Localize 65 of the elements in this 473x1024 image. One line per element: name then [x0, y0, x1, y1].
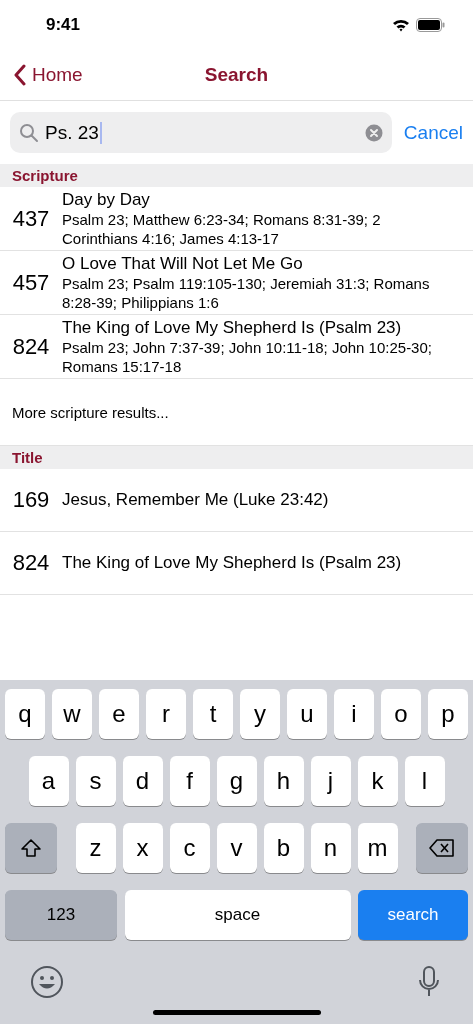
key[interactable]: u — [287, 689, 327, 739]
microphone-icon[interactable] — [417, 965, 441, 999]
key[interactable]: q — [5, 689, 45, 739]
chevron-left-icon — [14, 64, 26, 86]
delete-key[interactable] — [416, 823, 468, 873]
space-key[interactable]: space — [124, 890, 351, 940]
key[interactable]: t — [193, 689, 233, 739]
key[interactable]: g — [216, 756, 257, 806]
emoji-icon[interactable] — [30, 965, 64, 999]
key[interactable]: b — [263, 823, 304, 873]
scripture-references: Psalm 23; John 7:37-39; John 10:11-18; John 10:25-30; Romans 15:17-18 — [62, 337, 433, 376]
key[interactable]: i — [334, 689, 374, 739]
key[interactable]: a — [28, 756, 69, 806]
key[interactable]: l — [404, 756, 445, 806]
hymn-title: Day by Day — [62, 189, 151, 210]
key[interactable]: s — [75, 756, 116, 806]
key[interactable]: p — [428, 689, 468, 739]
search-field[interactable]: Ps. 23 — [10, 112, 392, 153]
key[interactable]: x — [122, 823, 163, 873]
result-row[interactable]: 169 Jesus, Remember Me (Luke 23:42) — [0, 469, 473, 532]
result-row[interactable]: 824 The King of Love My Shepherd Is (Psalm 23) — [0, 532, 473, 595]
key[interactable]: v — [216, 823, 257, 873]
section-header: Title — [0, 446, 473, 469]
key[interactable]: w — [52, 689, 92, 739]
search-key[interactable]: search — [358, 890, 468, 940]
key[interactable]: k — [357, 756, 398, 806]
key[interactable]: y — [240, 689, 280, 739]
result-row[interactable]: 437 Day by Day Psalm 23; Matthew 6:23-34; Romans 8:31-39; 2 Corinthians 4:16; James 4:13-17 — [0, 187, 473, 251]
nav-title: Search — [204, 64, 269, 86]
key[interactable]: n — [310, 823, 351, 873]
shift-icon — [20, 838, 42, 858]
battery-icon — [416, 18, 445, 32]
key[interactable]: r — [146, 689, 186, 739]
key[interactable]: f — [169, 756, 210, 806]
hymn-number: 457 — [11, 269, 51, 296]
hymn-number: 824 — [11, 333, 51, 360]
shift-key[interactable] — [5, 823, 57, 873]
delete-icon — [429, 838, 455, 858]
status-time: 9:41 — [46, 15, 81, 35]
scripture-references: Psalm 23; Matthew 6:23-34; Romans 8:31-39; 2 Corinthians 4:16; James 4:13-17 — [62, 209, 382, 248]
hymn-title: O Love That Will Not Let Me Go — [62, 253, 304, 274]
scripture-references: Psalm 23; Psalm 119:105-130; Jeremiah 31:3; Romans 8:28-39; Philippians 1:6 — [62, 273, 431, 312]
hymn-title: The King of Love My Shepherd Is (Psalm 23) — [62, 553, 402, 573]
key[interactable]: o — [381, 689, 421, 739]
hymn-number: 169 — [11, 487, 51, 513]
hymn-number: 824 — [11, 550, 51, 576]
section-header: Scripture — [0, 164, 473, 187]
key[interactable]: h — [263, 756, 304, 806]
clear-icon[interactable] — [364, 123, 383, 142]
numbers-key[interactable]: 123 — [5, 890, 117, 940]
hymn-title: The King of Love My Shepherd Is (Psalm 23) — [62, 317, 403, 338]
hymn-number: 437 — [11, 205, 51, 232]
key[interactable]: d — [122, 756, 163, 806]
key[interactable]: j — [310, 756, 351, 806]
key[interactable]: c — [169, 823, 210, 873]
back-button[interactable]: Home — [0, 63, 89, 87]
key[interactable]: m — [357, 823, 398, 873]
result-row[interactable]: 824 The King of Love My Shepherd Is (Psalm 23) Psalm 23; John 7:37-39; John 10:11-18; John 10:25-30; Romans 15:17-18 — [0, 315, 473, 379]
cancel-button[interactable]: Cancel — [403, 121, 463, 144]
key[interactable]: z — [75, 823, 116, 873]
result-row[interactable]: 457 O Love That Will Not Let Me Go Psalm 23; Psalm 119:105-130; Jeremiah 31:3; Romans 8:28-39; Philippians 1:6 — [0, 251, 473, 315]
key[interactable]: e — [99, 689, 139, 739]
search-icon — [19, 122, 39, 143]
wifi-icon — [392, 18, 410, 32]
hymn-title: Jesus, Remember Me (Luke 23:42) — [62, 490, 329, 510]
